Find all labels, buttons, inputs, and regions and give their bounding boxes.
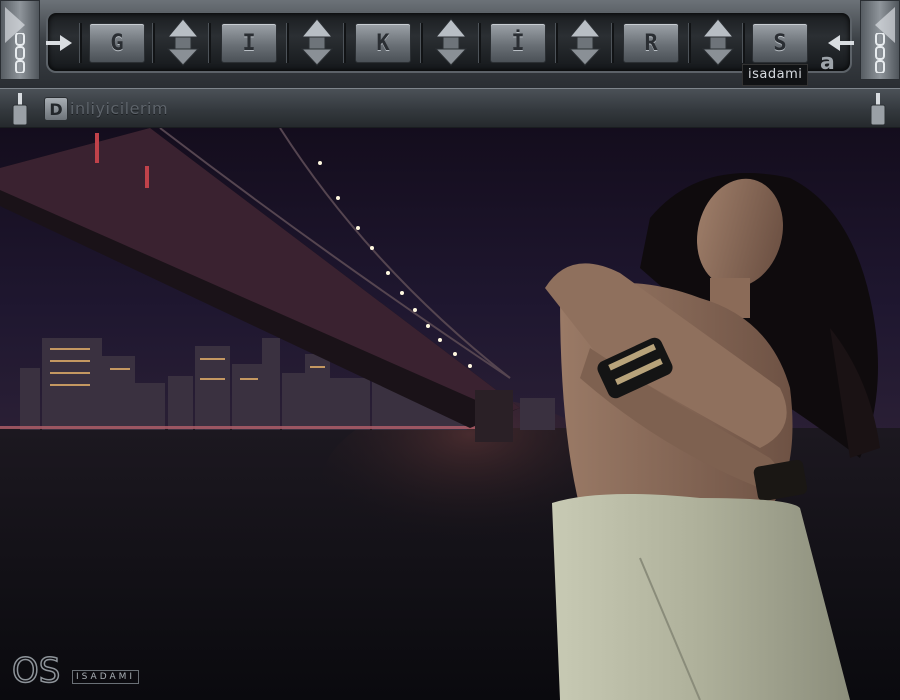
sub-bar: D inliyicilerim xyxy=(0,88,900,128)
nav-button-label: G xyxy=(110,30,124,56)
chain-icon xyxy=(15,33,25,73)
up-down-arrow-icon xyxy=(434,18,468,66)
separator xyxy=(286,23,289,63)
nav-button-r[interactable]: R xyxy=(623,23,679,63)
hero-image xyxy=(0,128,900,700)
separator xyxy=(343,23,346,63)
chain-icon xyxy=(875,33,885,73)
separator xyxy=(208,23,211,63)
separator xyxy=(742,23,745,63)
night-bridge-scene xyxy=(0,128,900,700)
nav-button-i-dotted[interactable]: İ xyxy=(490,23,546,63)
up-down-arrow-icon xyxy=(568,18,602,66)
section-initial: D xyxy=(49,99,63,119)
signature-text: ISADAMI xyxy=(72,670,140,684)
corner-logo: a xyxy=(820,50,835,75)
section-initial-box: D xyxy=(44,97,68,121)
nav-button-i[interactable]: I xyxy=(221,23,277,63)
nav-button-g[interactable]: G xyxy=(89,23,145,63)
top-navigation-frame: G I K İ R S a isadami xyxy=(0,0,900,88)
nav-button-k[interactable]: K xyxy=(355,23,411,63)
separator xyxy=(688,23,691,63)
up-down-arrow-icon xyxy=(166,18,200,66)
up-down-arrow-icon xyxy=(300,18,334,66)
nav-button-label: İ xyxy=(511,30,525,56)
separator xyxy=(152,23,155,63)
section-label[interactable]: inliyicilerim xyxy=(70,99,168,118)
signature-mark: OS xyxy=(12,652,60,688)
separator xyxy=(420,23,423,63)
nav-button-label: K xyxy=(376,30,390,56)
pin-icon xyxy=(12,93,28,125)
separator xyxy=(611,23,614,63)
nav-button-label: R xyxy=(644,30,658,56)
right-pillar xyxy=(860,0,900,80)
brand-tag: isadami xyxy=(742,64,809,86)
separator xyxy=(478,23,481,63)
nav-button-label: S xyxy=(773,30,787,56)
arrow-right-icon xyxy=(46,35,72,51)
nav-button-label: I xyxy=(242,30,256,56)
separator xyxy=(79,23,82,63)
separator xyxy=(555,23,558,63)
pin-icon xyxy=(870,93,886,125)
left-pillar xyxy=(0,0,40,80)
nav-button-s[interactable]: S xyxy=(752,23,808,63)
up-down-arrow-icon xyxy=(701,18,735,66)
